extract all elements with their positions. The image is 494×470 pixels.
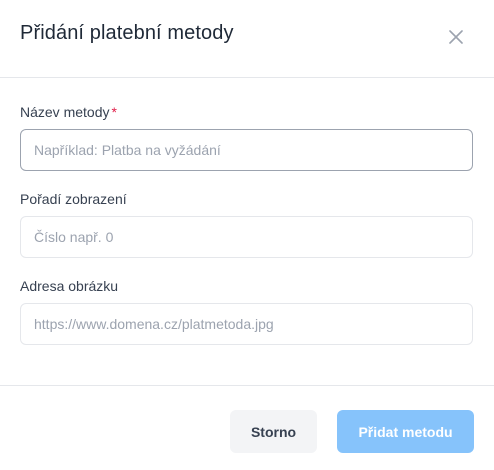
image-url-input[interactable] [20, 303, 473, 345]
modal-title: Přidání platební metody [20, 22, 234, 44]
required-mark: * [111, 104, 117, 120]
close-button[interactable] [446, 29, 466, 49]
display-order-label: Pořadí zobrazení [20, 191, 127, 207]
modal-header: Přidání platební metody [0, 0, 494, 78]
add-method-button[interactable]: Přidat metodu [337, 410, 474, 453]
method-name-input[interactable] [20, 129, 473, 171]
add-payment-method-modal: Přidání platební metody Název metody* Po… [0, 0, 494, 470]
method-name-label: Název metody * [20, 104, 117, 120]
display-order-input[interactable] [20, 216, 473, 258]
cancel-button[interactable]: Storno [230, 410, 317, 453]
close-icon [449, 29, 463, 49]
method-name-label-text: Název metody [20, 104, 110, 120]
modal-footer: Storno Přidat metodu [0, 385, 494, 470]
image-url-label: Adresa obrázku [20, 278, 119, 294]
